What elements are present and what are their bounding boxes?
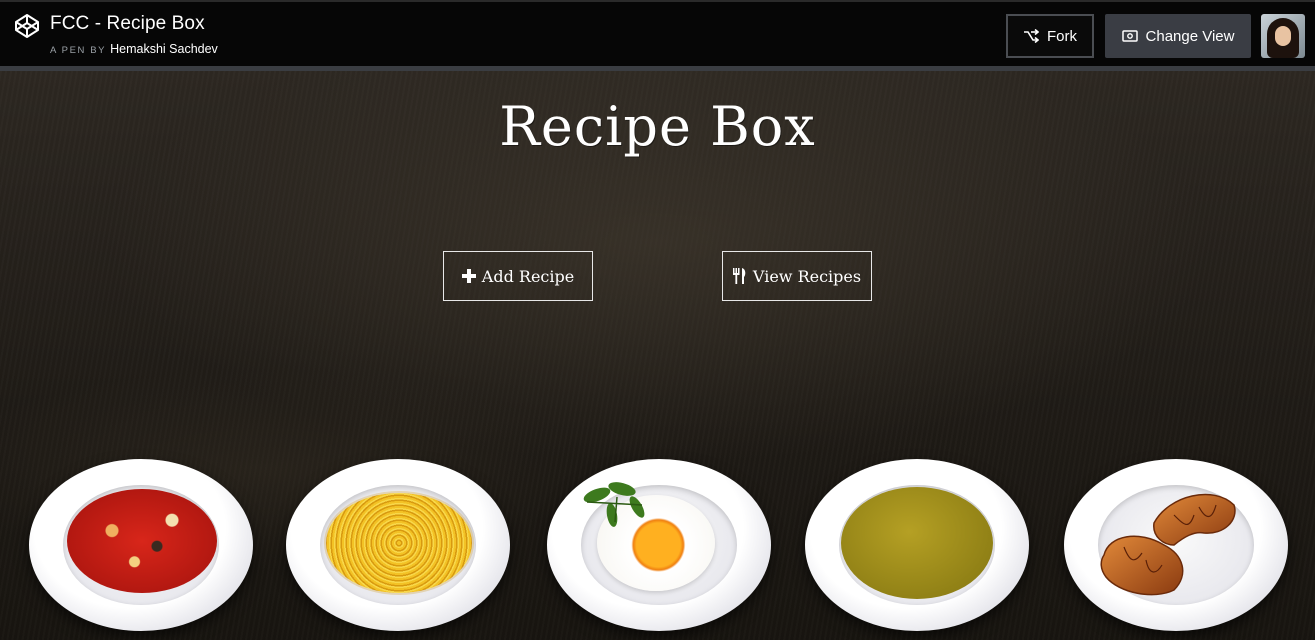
herb-garnish [583,482,645,527]
add-recipe-label: Add Recipe [481,266,575,286]
cutlery-icon [732,268,746,284]
dish-spaghetti [286,459,510,631]
codepen-logo-icon[interactable] [14,13,40,39]
pen-title: FCC - Recipe Box [50,13,205,34]
view-recipes-label: View Recipes [752,266,862,286]
codepen-header: FCC - Recipe Box A PEN BY Hemakshi Sachde… [0,0,1315,66]
fork-icon [1024,29,1039,43]
author-link[interactable]: Hemakshi Sachdev [110,42,218,56]
fork-label: Fork [1047,27,1077,45]
fork-button[interactable]: Fork [1006,14,1094,58]
recipe-box-stage: Recipe Box Add Recipe View Recipes [0,71,1315,640]
dish-minestrone-soup [29,459,253,631]
add-recipe-button[interactable]: Add Recipe [443,251,593,301]
change-view-button[interactable]: Change View [1105,14,1251,58]
dish-pea-soup [805,459,1029,631]
pen-author-line: A PEN BY Hemakshi Sachdev [50,42,218,56]
user-avatar[interactable] [1261,14,1305,58]
by-label: A PEN BY [50,45,107,56]
dish-fried-egg [547,459,771,631]
plus-icon [461,269,476,283]
dish-croissants [1064,459,1288,631]
change-view-icon [1121,30,1138,42]
view-recipes-button[interactable]: View Recipes [722,251,872,301]
croissants-food [1100,493,1236,596]
app-title: Recipe Box [499,95,816,158]
change-view-label: Change View [1145,27,1235,45]
